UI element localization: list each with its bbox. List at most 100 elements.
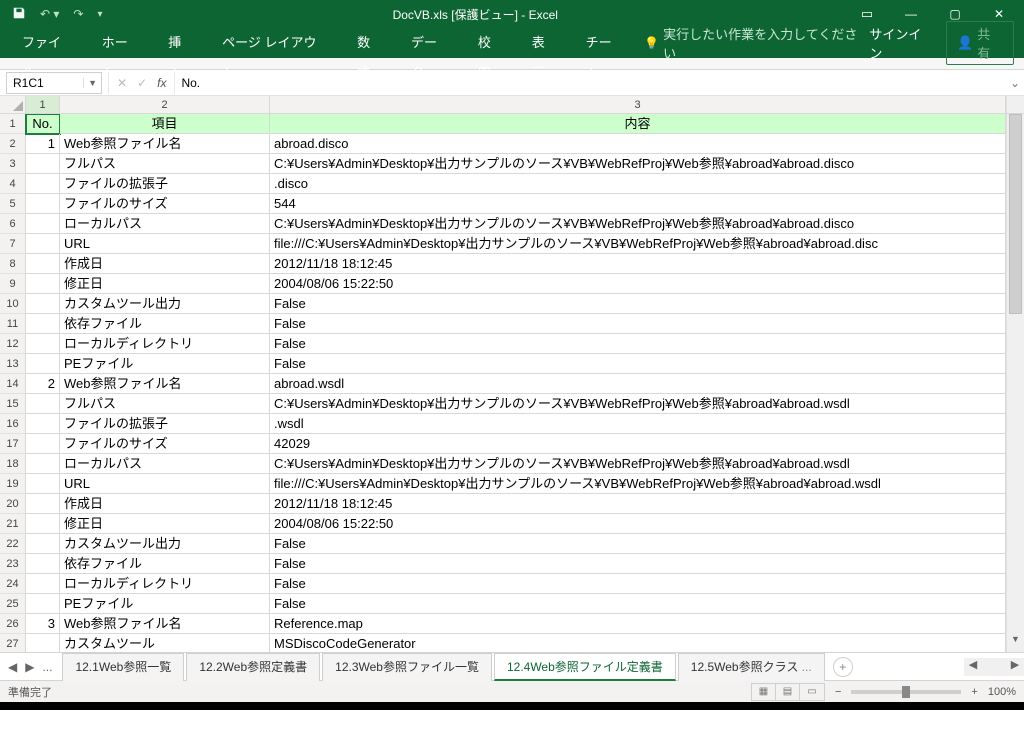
cell[interactable] <box>26 234 60 254</box>
cell[interactable] <box>26 514 60 534</box>
cell[interactable]: False <box>270 574 1006 594</box>
cell[interactable] <box>26 294 60 314</box>
cell[interactable]: フルパス <box>60 154 270 174</box>
row-header[interactable]: 16 <box>0 414 26 434</box>
row-header[interactable]: 19 <box>0 474 26 494</box>
share-button[interactable]: 👤 共有 <box>946 21 1014 65</box>
cell[interactable]: False <box>270 354 1006 374</box>
cell[interactable]: False <box>270 554 1006 574</box>
cell-area[interactable]: No.項目内容1Web参照ファイル名abroad.discoフルパスC:¥Use… <box>26 114 1006 652</box>
row-header[interactable]: 23 <box>0 554 26 574</box>
header-cell[interactable]: 内容 <box>270 114 1006 134</box>
cell[interactable] <box>26 554 60 574</box>
tab-formulas[interactable]: 数式 <box>343 28 397 58</box>
sheet-nav-more[interactable]: ... <box>40 660 54 674</box>
row-header[interactable]: 26 <box>0 614 26 634</box>
cell[interactable]: ファイルの拡張子 <box>60 414 270 434</box>
row-header[interactable]: 22 <box>0 534 26 554</box>
zoom-slider-thumb[interactable] <box>902 686 910 698</box>
cell[interactable]: カスタムツール出力 <box>60 294 270 314</box>
row-header[interactable]: 27 <box>0 634 26 652</box>
cell[interactable] <box>26 254 60 274</box>
cell[interactable]: PEファイル <box>60 354 270 374</box>
cell[interactable] <box>26 434 60 454</box>
row-header[interactable]: 12 <box>0 334 26 354</box>
tab-insert[interactable]: 挿入 <box>154 28 208 58</box>
row-header[interactable]: 2 <box>0 134 26 154</box>
cell[interactable] <box>26 474 60 494</box>
cell[interactable]: C:¥Users¥Admin¥Desktop¥出力サンプルのソース¥VB¥Web… <box>270 454 1006 474</box>
tab-data[interactable]: データ <box>397 28 464 58</box>
sheet-nav-next-icon[interactable]: ▶ <box>23 660 36 674</box>
cell[interactable]: file:///C:¥Users¥Admin¥Desktop¥出力サンプルのソー… <box>270 474 1006 494</box>
cell[interactable] <box>26 634 60 652</box>
cell[interactable] <box>26 214 60 234</box>
row-header[interactable]: 24 <box>0 574 26 594</box>
cell[interactable] <box>26 354 60 374</box>
row-header[interactable]: 25 <box>0 594 26 614</box>
cell[interactable]: 2004/08/06 15:22:50 <box>270 514 1006 534</box>
cell[interactable]: 作成日 <box>60 494 270 514</box>
formula-input[interactable]: No. <box>175 72 1006 94</box>
cell[interactable]: Web参照ファイル名 <box>60 374 270 394</box>
redo-icon[interactable]: ↷ <box>73 7 83 21</box>
scrollbar-thumb[interactable] <box>1009 114 1022 314</box>
sheet-nav-prev-icon[interactable]: ◀ <box>6 660 19 674</box>
cell[interactable]: .disco <box>270 174 1006 194</box>
cell[interactable]: ローカルパス <box>60 214 270 234</box>
cell[interactable]: PEファイル <box>60 594 270 614</box>
cell[interactable] <box>26 454 60 474</box>
tab-home[interactable]: ホーム <box>88 28 154 58</box>
cell[interactable]: C:¥Users¥Admin¥Desktop¥出力サンプルのソース¥VB¥Web… <box>270 394 1006 414</box>
header-cell[interactable]: No. <box>26 114 60 134</box>
row-header[interactable]: 6 <box>0 214 26 234</box>
row-header[interactable]: 3 <box>0 154 26 174</box>
cell[interactable]: file:///C:¥Users¥Admin¥Desktop¥出力サンプルのソー… <box>270 234 1006 254</box>
cell[interactable]: 作成日 <box>60 254 270 274</box>
header-cell[interactable]: 項目 <box>60 114 270 134</box>
cell[interactable]: 2 <box>26 374 60 394</box>
cell[interactable] <box>26 574 60 594</box>
cell[interactable]: 1 <box>26 134 60 154</box>
sheet-tab[interactable]: 12.1Web参照一覧 <box>62 653 184 681</box>
cell[interactable]: Reference.map <box>270 614 1006 634</box>
name-box[interactable]: R1C1 ▼ <box>6 72 102 94</box>
undo-icon[interactable]: ↶ ▾ <box>40 7 59 21</box>
sheet-tab[interactable]: 12.5Web参照クラス <box>678 653 825 681</box>
zoom-in-button[interactable]: + <box>971 686 977 698</box>
cell[interactable] <box>26 314 60 334</box>
row-header[interactable]: 5 <box>0 194 26 214</box>
row-header[interactable]: 17 <box>0 434 26 454</box>
cell[interactable]: カスタムツール出力 <box>60 534 270 554</box>
save-icon[interactable] <box>12 6 26 23</box>
cell[interactable]: ローカルディレクトリ <box>60 334 270 354</box>
cell[interactable] <box>26 534 60 554</box>
row-header[interactable]: 10 <box>0 294 26 314</box>
new-sheet-button[interactable]: + <box>833 657 853 677</box>
cell[interactable]: URL <box>60 474 270 494</box>
cell[interactable]: 2004/08/06 15:22:50 <box>270 274 1006 294</box>
cell[interactable] <box>26 174 60 194</box>
enter-icon[interactable]: ✓ <box>137 76 147 90</box>
cell[interactable]: C:¥Users¥Admin¥Desktop¥出力サンプルのソース¥VB¥Web… <box>270 154 1006 174</box>
signin-link[interactable]: サインイン <box>869 24 934 62</box>
cell[interactable]: ローカルパス <box>60 454 270 474</box>
row-header[interactable]: 4 <box>0 174 26 194</box>
cell[interactable] <box>26 414 60 434</box>
cell[interactable]: C:¥Users¥Admin¥Desktop¥出力サンプルのソース¥VB¥Web… <box>270 214 1006 234</box>
tab-team[interactable]: チーム <box>572 28 638 58</box>
cell[interactable]: 544 <box>270 194 1006 214</box>
cell[interactable]: ファイルのサイズ <box>60 434 270 454</box>
cell[interactable]: 依存ファイル <box>60 554 270 574</box>
row-header[interactable]: 20 <box>0 494 26 514</box>
cell[interactable]: 42029 <box>270 434 1006 454</box>
page-break-view-icon[interactable]: ▭ <box>800 684 824 700</box>
select-all-corner[interactable] <box>0 96 26 113</box>
cell[interactable]: False <box>270 334 1006 354</box>
sheet-tab[interactable]: 12.2Web参照定義書 <box>186 653 320 681</box>
tab-file[interactable]: ファイル <box>8 28 88 58</box>
normal-view-icon[interactable]: ▦ <box>752 684 776 700</box>
cell[interactable]: URL <box>60 234 270 254</box>
insert-function-icon[interactable]: fx <box>157 76 166 90</box>
cell[interactable]: カスタムツール <box>60 634 270 652</box>
